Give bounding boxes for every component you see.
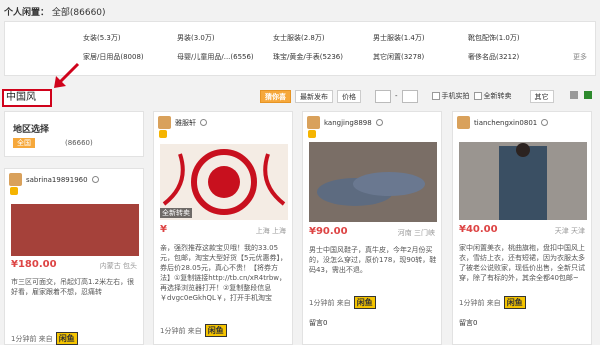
product-card[interactable]: kangjing8898 ¥90.00 河南 三门峡 男士中国风鞋子，真牛皮，今… [302, 111, 442, 345]
category-link[interactable]: 男装(3.0万) [177, 33, 215, 43]
seller-info: 雅服轩 [158, 116, 207, 129]
view-toggle [570, 91, 592, 99]
location: 河南 三门峡 [397, 229, 435, 237]
product-card[interactable]: tianchengxin0801 ¥40.00 天津 天津 家中闲置美衣，桃曲旗… [452, 111, 592, 345]
time-source: 1分钟前 来自 闲鱼 [160, 324, 227, 337]
settings-icon [541, 119, 549, 126]
vip-icon [158, 130, 167, 140]
location: 天津 天津 [554, 227, 585, 235]
list-view-icon[interactable] [570, 91, 578, 99]
description: 家中闲置美衣，桃曲旗袍，盘扣中国风上衣，雪纺上衣，还有短裙，因为衣服太多了被老公… [459, 244, 585, 282]
vip-icon [9, 187, 18, 197]
header-title: 个人闲置： [4, 8, 50, 18]
reply-count[interactable]: 留言0 [309, 318, 327, 328]
price-sort[interactable]: 价格 [337, 89, 361, 103]
seller-info: kangjing8898 [307, 116, 383, 129]
avatar[interactable] [158, 116, 171, 129]
category-box: 女装(5.3万) 男装(3.0万) 女士服装(2.8万) 男士服装(1.4万) … [4, 21, 596, 76]
product-image[interactable]: 全新转卖 [160, 144, 288, 220]
avatar[interactable] [457, 116, 470, 129]
more-link[interactable]: 更多 [573, 52, 587, 62]
product-card[interactable]: sabrina19891960 ¥180.00 内蒙古 包头 市三区可面交，吊起… [4, 168, 144, 345]
area-count: (86660) [65, 139, 93, 147]
settings-icon [200, 119, 207, 126]
product-image[interactable] [11, 204, 139, 256]
other-select[interactable]: 其它 [529, 89, 554, 103]
product-image[interactable] [309, 142, 437, 222]
seller-name[interactable]: sabrina19891960 [26, 176, 88, 184]
new-item-checkbox[interactable]: 全新转卖 [473, 91, 512, 101]
category-link[interactable]: 母婴/儿童用品/...(6556) [177, 52, 254, 62]
time-source: 1分钟前 来自 闲鱼 [459, 296, 526, 309]
category-link[interactable]: 女装(5.3万) [83, 33, 121, 43]
seller-info: tianchengxin0801 [457, 116, 549, 129]
product-card[interactable]: 雅服轩 全新转卖 ¥ 上海 上海 亲，强烈推荐这款宝贝哦！我的33.05元，包邮… [153, 111, 293, 345]
location: 上海 上海 [255, 227, 286, 235]
area-title: 地区选择 [13, 125, 50, 135]
category-link[interactable]: 男士服装(1.4万) [373, 33, 425, 43]
xianyu-badge[interactable]: 闲鱼 [55, 332, 78, 345]
xianyu-badge[interactable]: 闲鱼 [503, 296, 526, 309]
area-badge[interactable]: 全国 [13, 138, 35, 148]
post-time: 1分钟前 来自 [309, 298, 351, 307]
category-link[interactable]: 女士服装(2.8万) [273, 33, 325, 43]
time-source: 1分钟前 来自 闲鱼 [11, 332, 78, 345]
price: ¥ [160, 224, 167, 235]
arrow-icon [54, 62, 80, 88]
price: ¥90.00 [309, 226, 348, 237]
category-link[interactable]: 珠宝/黄金/手表(5236) [273, 52, 343, 62]
area-selector: 地区选择 全国 (86660) [4, 111, 144, 157]
new-tag: 全新转卖 [160, 208, 192, 218]
keyword-label: 中国风 [2, 89, 52, 107]
all-link[interactable]: 全部(86660) [52, 8, 106, 18]
shoes-image [317, 172, 425, 206]
price: ¥180.00 [11, 259, 57, 270]
xianyu-badge[interactable]: 闲鱼 [204, 324, 227, 337]
page-header: 个人闲置： 全部(86660) [4, 5, 106, 18]
time-source: 1分钟前 来自 闲鱼 [309, 296, 376, 309]
phone-checkbox[interactable]: 手机实拍 [431, 91, 470, 101]
price-max-input[interactable] [401, 89, 418, 103]
avatar[interactable] [9, 173, 22, 186]
location: 内蒙古 包头 [99, 262, 137, 270]
qipao-image [499, 143, 547, 220]
post-time: 1分钟前 来自 [11, 334, 53, 343]
reply-count[interactable]: 留言0 [459, 318, 477, 328]
sort-toolbar: 猜你喜 最新发布 价格 - 手机实拍 全新转卖 其它 [260, 89, 554, 103]
category-link[interactable]: 家居/日用品(8008) [83, 52, 144, 62]
xianyu-badge[interactable]: 闲鱼 [353, 296, 376, 309]
settings-icon [91, 176, 99, 183]
price-separator: - [395, 92, 398, 100]
grid-view-icon[interactable] [584, 91, 592, 99]
post-time: 1分钟前 来自 [160, 326, 202, 335]
recommend-tab[interactable]: 猜你喜 [260, 89, 291, 103]
description: 男士中国风鞋子，真牛皮，今年2月份买的，没怎么穿过，原价178，现90转，鞋码4… [309, 246, 437, 274]
vip-icon [307, 130, 316, 140]
category-link[interactable]: 靴包配饰(1.0万) [468, 33, 520, 43]
seller-name[interactable]: kangjing8898 [324, 119, 372, 127]
price: ¥40.00 [459, 224, 498, 235]
seller-name[interactable]: tianchengxin0801 [474, 119, 537, 127]
seller-name[interactable]: 雅服轩 [175, 118, 196, 128]
price-min-input[interactable] [375, 89, 391, 103]
settings-icon [375, 119, 383, 126]
description: 亲，强烈推荐这款宝贝哦！我的33.05元，包邮，淘宝大型好货【5元优惠券】，券后… [160, 244, 287, 302]
newest-tab[interactable]: 最新发布 [295, 89, 333, 103]
avatar[interactable] [307, 116, 320, 129]
seller-info: sabrina19891960 [9, 173, 99, 186]
category-link[interactable]: 其它闲置(3278) [373, 52, 424, 62]
post-time: 1分钟前 来自 [459, 298, 501, 307]
description: 市三区可面交，吊起灯高1.2米左右，很好看，雇家跟着不想，忍痛转 [11, 278, 135, 296]
category-link[interactable]: 奢侈名品(3212) [468, 52, 519, 62]
product-image[interactable] [459, 142, 587, 220]
